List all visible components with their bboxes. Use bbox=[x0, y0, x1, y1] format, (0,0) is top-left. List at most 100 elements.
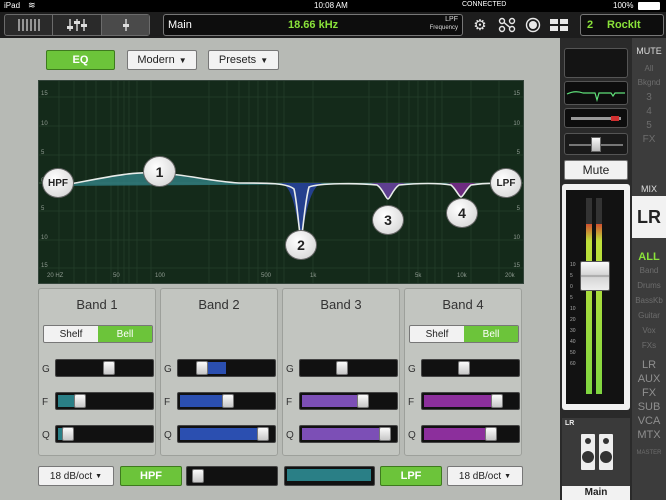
mute-group-button[interactable]: All bbox=[634, 64, 664, 73]
shelf-option[interactable]: Shelf bbox=[44, 326, 98, 342]
view-single-fader-button[interactable] bbox=[102, 15, 149, 35]
current-mix-label[interactable]: LR bbox=[632, 196, 666, 238]
hpf-freq-slider[interactable] bbox=[186, 466, 278, 486]
speaker-icon bbox=[581, 434, 613, 470]
mix-tab-fx[interactable]: FX bbox=[634, 387, 664, 399]
mix-tab-lr[interactable]: LR bbox=[634, 359, 664, 371]
slider-handle[interactable] bbox=[484, 427, 497, 441]
eq-node-hpf[interactable]: HPF bbox=[42, 168, 74, 198]
lpf-slope-dropdown[interactable]: 18 dB/oct ▼ bbox=[447, 466, 523, 486]
mute-group-button[interactable]: 5 bbox=[634, 120, 664, 131]
band-title: Band 3 bbox=[320, 297, 362, 312]
slider-handle[interactable] bbox=[336, 361, 349, 375]
meter-scale-mark: 0 bbox=[570, 284, 573, 290]
mute-group-button[interactable]: 3 bbox=[634, 92, 664, 103]
mix-tab-sub[interactable]: SUB bbox=[634, 401, 664, 413]
mute-button[interactable]: Mute bbox=[564, 160, 628, 180]
snapshot-display[interactable]: 2 RockIt bbox=[580, 14, 664, 36]
record-icon[interactable] bbox=[523, 16, 543, 34]
pan-control[interactable] bbox=[564, 133, 628, 155]
mix-tab-vca[interactable]: VCA bbox=[634, 415, 664, 427]
single-fader-icon bbox=[122, 19, 129, 31]
bell-option[interactable]: Bell bbox=[464, 326, 518, 342]
dynamics-thumbnail[interactable] bbox=[564, 108, 628, 128]
band-1-shape-toggle[interactable]: Shelf Bell bbox=[43, 325, 153, 343]
chevron-down-icon: ▼ bbox=[178, 55, 187, 65]
channel-list-icon[interactable] bbox=[549, 16, 569, 34]
eq-node-band-1[interactable]: 1 bbox=[143, 156, 176, 187]
eq-graph[interactable]: 15 10 5 0 5 10 15 15 10 5 0 5 10 15 20 H… bbox=[38, 80, 524, 284]
slider-handle[interactable] bbox=[256, 427, 269, 441]
lpf-slope-label: 18 dB/oct bbox=[458, 470, 502, 482]
band-1-q-slider[interactable] bbox=[55, 425, 154, 443]
presets-label: Presets bbox=[218, 54, 257, 66]
mute-group-button[interactable]: FX bbox=[634, 134, 664, 145]
mix-filter-all[interactable]: ALL bbox=[634, 251, 664, 263]
band-3-freq-slider[interactable] bbox=[299, 392, 398, 410]
meter-left bbox=[586, 198, 592, 394]
mix-filter-button[interactable]: Drums bbox=[634, 281, 664, 290]
mix-tab-mtx[interactable]: MTX bbox=[634, 429, 664, 441]
snapshot-name: RockIt bbox=[607, 19, 641, 31]
freq-tick: 50 bbox=[113, 273, 120, 279]
display-param-name: LPF bbox=[445, 16, 458, 23]
slider-handle[interactable] bbox=[196, 361, 209, 375]
mute-header: MUTE bbox=[636, 46, 662, 56]
slider-handle[interactable] bbox=[222, 394, 235, 408]
mix-filter-button[interactable]: Band bbox=[634, 266, 664, 275]
eq-enable-button[interactable]: EQ bbox=[46, 50, 115, 70]
band-2-freq-slider[interactable] bbox=[177, 392, 276, 410]
mix-filter-button[interactable]: BassKb bbox=[634, 296, 664, 305]
band-3-panel: Band 3 G F Q bbox=[282, 288, 400, 456]
meter-scale-mark: 5 bbox=[570, 295, 573, 301]
bell-option[interactable]: Bell bbox=[98, 326, 152, 342]
eq-thumbnail[interactable] bbox=[564, 81, 628, 105]
main-fader-handle[interactable] bbox=[580, 261, 610, 292]
eq-node-band-3[interactable]: 3 bbox=[372, 205, 404, 235]
freq-tick: 500 bbox=[261, 273, 272, 279]
eq-mode-dropdown[interactable]: Modern ▼ bbox=[127, 50, 197, 70]
band-1-freq-slider[interactable] bbox=[55, 392, 154, 410]
mute-group-button[interactable]: 4 bbox=[634, 106, 664, 117]
band-3-q-slider[interactable] bbox=[299, 425, 398, 443]
slider-handle[interactable] bbox=[491, 394, 504, 408]
slider-handle[interactable] bbox=[62, 427, 75, 441]
lpf-enable-button[interactable]: LPF bbox=[380, 466, 442, 486]
band-4-freq-slider[interactable] bbox=[421, 392, 520, 410]
slider-handle[interactable] bbox=[102, 361, 115, 375]
band-title: Band 4 bbox=[442, 297, 484, 312]
slider-handle[interactable] bbox=[74, 394, 87, 408]
presets-dropdown[interactable]: Presets ▼ bbox=[208, 50, 279, 70]
slider-handle[interactable] bbox=[458, 361, 471, 375]
freq-label: F bbox=[42, 397, 49, 408]
band-4-shape-toggle[interactable]: Shelf Bell bbox=[409, 325, 519, 343]
band-2-q-slider[interactable] bbox=[177, 425, 276, 443]
band-4-q-slider[interactable] bbox=[421, 425, 520, 443]
band-4-gain-slider[interactable] bbox=[421, 359, 520, 377]
slider-handle[interactable] bbox=[378, 427, 391, 441]
mix-filter-button[interactable]: FXs bbox=[634, 341, 664, 350]
view-channel-strip-button[interactable] bbox=[5, 15, 53, 35]
band-3-gain-slider[interactable] bbox=[299, 359, 398, 377]
db-tick: 15 bbox=[41, 91, 48, 97]
slider-handle[interactable] bbox=[192, 469, 205, 483]
eq-node-band-4[interactable]: 4 bbox=[446, 198, 478, 228]
db-tick-right: 5 bbox=[516, 206, 520, 212]
channel-input-display[interactable] bbox=[564, 48, 628, 78]
routing-icon[interactable] bbox=[497, 16, 517, 34]
mix-tab-aux[interactable]: AUX bbox=[634, 373, 664, 385]
lpf-freq-slider[interactable] bbox=[284, 466, 375, 486]
eq-node-lpf[interactable]: LPF bbox=[490, 168, 522, 198]
view-mixer-button[interactable] bbox=[53, 15, 102, 35]
band-1-gain-slider[interactable] bbox=[55, 359, 154, 377]
eq-node-band-2[interactable]: 2 bbox=[285, 230, 317, 260]
hpf-slope-dropdown[interactable]: 18 dB/oct ▼ bbox=[38, 466, 114, 486]
mute-group-button[interactable]: Bkgnd bbox=[634, 78, 664, 87]
mix-filter-button[interactable]: Vox bbox=[634, 326, 664, 335]
mix-filter-button[interactable]: Guitar bbox=[634, 311, 664, 320]
gear-icon[interactable]: ⚙ bbox=[470, 16, 490, 34]
slider-handle[interactable] bbox=[357, 394, 370, 408]
band-2-gain-slider[interactable] bbox=[177, 359, 276, 377]
hpf-enable-button[interactable]: HPF bbox=[120, 466, 182, 486]
shelf-option[interactable]: Shelf bbox=[410, 326, 464, 342]
